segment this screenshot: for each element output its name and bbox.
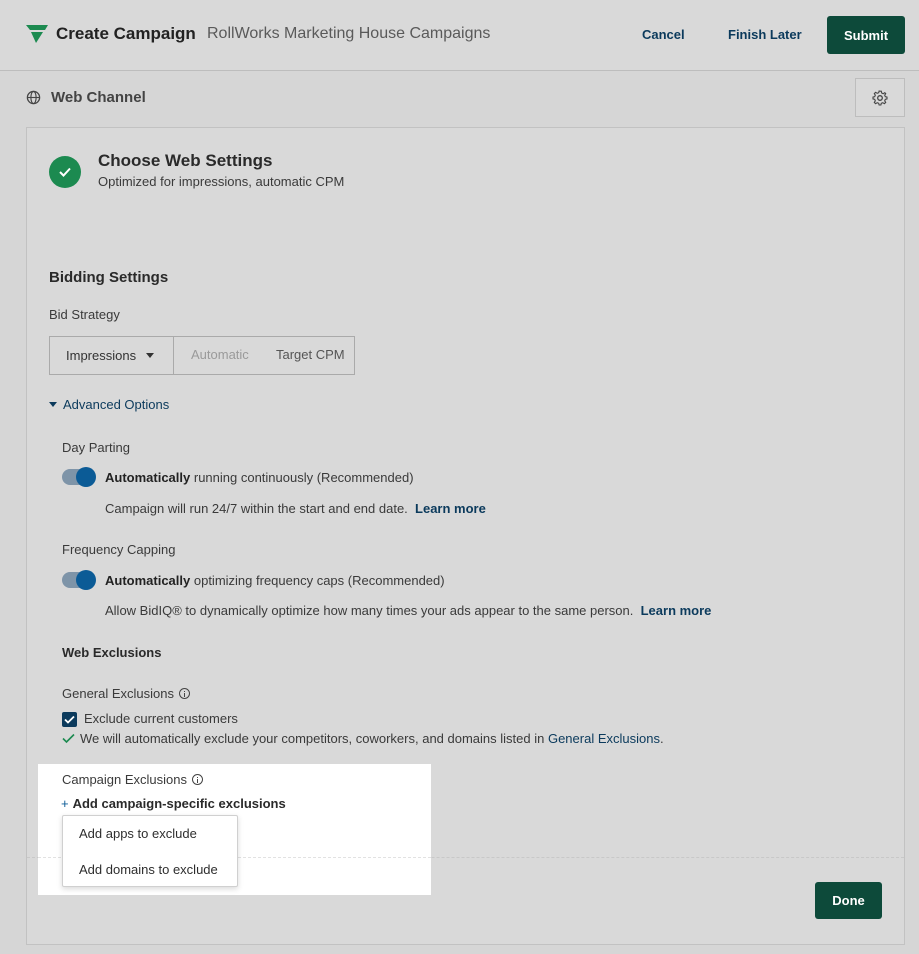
day-parting-status-text: running continuously (Recommended) (190, 470, 414, 485)
gear-icon (872, 89, 888, 106)
automatic-option[interactable]: Automatic (191, 347, 249, 362)
campaign-exclusions-label: Campaign Exclusions (62, 772, 204, 787)
bid-strategy-dropdown[interactable]: Impressions (50, 337, 174, 374)
caret-down-icon (49, 402, 57, 407)
add-campaign-exclusions-label: Add campaign-specific exclusions (72, 796, 286, 811)
settings-button[interactable] (855, 78, 905, 117)
add-campaign-exclusions-button[interactable]: + Add campaign-specific exclusions (61, 796, 286, 811)
day-parting-status-bold: Automatically (105, 470, 191, 485)
frequency-capping-label: Frequency Capping (62, 542, 176, 557)
general-exclusions-label: General Exclusions (62, 686, 190, 701)
frequency-capping-status-text: optimizing frequency caps (Recommended) (190, 573, 445, 588)
auto-exclusion-note-suffix: . (659, 731, 664, 746)
done-button[interactable]: Done (815, 882, 882, 919)
day-parting-learn-more-link[interactable]: Learn more (415, 501, 486, 516)
finish-later-button[interactable]: Finish Later (728, 27, 802, 42)
bid-strategy-control: Impressions Automatic Target CPM (49, 336, 355, 375)
step-title: Choose Web Settings (98, 151, 273, 170)
frequency-capping-description: Allow BidIQ® to dynamically optimize how… (105, 603, 711, 618)
toggle-knob (76, 467, 96, 487)
day-parting-toggle[interactable] (62, 467, 96, 487)
campaign-exclusions-label-text: Campaign Exclusions (62, 772, 188, 787)
menu-item-add-domains[interactable]: Add domains to exclude (79, 862, 218, 877)
globe-icon (26, 90, 41, 105)
day-parting-status: Automatically running continuously (Reco… (105, 470, 414, 485)
menu-item-add-apps[interactable]: Add apps to exclude (79, 826, 197, 841)
cancel-button[interactable]: Cancel (642, 27, 685, 42)
top-header: Create Campaign RollWorks Marketing Hous… (0, 0, 919, 71)
frequency-capping-toggle[interactable] (62, 570, 96, 590)
plus-icon: + (61, 796, 69, 811)
advanced-options-toggle[interactable]: Advanced Options (49, 397, 169, 412)
frequency-capping-status-bold: Automatically (105, 573, 191, 588)
info-icon[interactable] (192, 774, 204, 785)
check-icon (64, 715, 75, 724)
bid-strategy-label: Bid Strategy (49, 307, 120, 322)
general-exclusions-link[interactable]: General Exclusions (548, 731, 660, 746)
step-complete-badge (49, 156, 81, 188)
check-icon (59, 167, 71, 177)
general-exclusions-label-text: General Exclusions (62, 686, 174, 701)
page-title: Create Campaign (56, 24, 196, 43)
frequency-capping-status: Automatically optimizing frequency caps … (105, 573, 445, 588)
channel-title: Web Channel (51, 89, 146, 106)
exclusions-dropdown-menu: Add apps to exclude Add domains to exclu… (62, 815, 238, 887)
info-icon[interactable] (179, 688, 190, 699)
target-cpm-option[interactable]: Target CPM (276, 347, 345, 362)
auto-exclusion-note: We will automatically exclude your compe… (80, 731, 664, 746)
toggle-knob (76, 570, 96, 590)
campaign-name: RollWorks Marketing House Campaigns (207, 25, 491, 42)
web-exclusions-heading: Web Exclusions (62, 645, 162, 660)
frequency-capping-description-text: Allow BidIQ® to dynamically optimize how… (105, 603, 634, 618)
submit-button[interactable]: Submit (827, 16, 905, 54)
frequency-capping-learn-more-link[interactable]: Learn more (641, 603, 712, 618)
exclude-customers-label: Exclude current customers (84, 711, 238, 726)
day-parting-description: Campaign will run 24/7 within the start … (105, 501, 486, 516)
caret-down-icon (146, 353, 155, 358)
checkmark-icon (62, 733, 75, 744)
bid-strategy-value: Impressions (66, 348, 137, 363)
bidding-settings-heading: Bidding Settings (49, 269, 169, 286)
advanced-options-label: Advanced Options (63, 397, 170, 412)
auto-exclusion-note-text: We will automatically exclude your compe… (80, 731, 548, 746)
exclude-customers-checkbox[interactable] (62, 712, 77, 727)
step-subtitle: Optimized for impressions, automatic CPM (98, 174, 345, 189)
day-parting-label: Day Parting (62, 440, 130, 455)
rollworks-logo-icon (26, 25, 48, 43)
day-parting-description-text: Campaign will run 24/7 within the start … (105, 501, 408, 516)
